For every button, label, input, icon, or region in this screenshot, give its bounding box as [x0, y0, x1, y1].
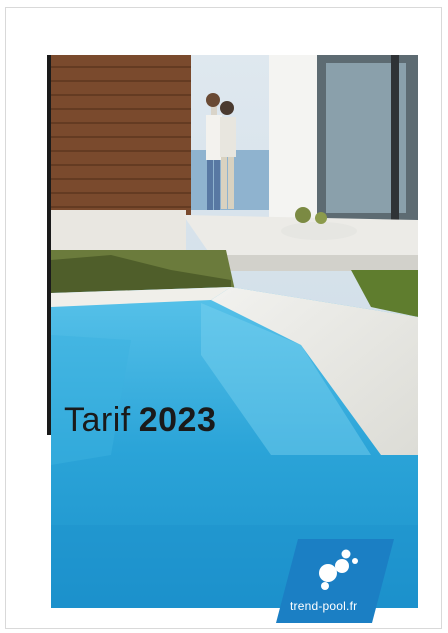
- villa-pool-image: [51, 55, 418, 608]
- document-page: Tarif 2023 trend-pool.fr: [5, 7, 442, 629]
- document-title: Tarif 2023: [64, 400, 216, 440]
- spine-rule: [47, 55, 51, 435]
- cover-photo: [51, 55, 418, 608]
- brand-logo[interactable]: trend-pool.fr: [276, 539, 394, 623]
- title-word: Tarif: [64, 401, 131, 439]
- title-year: 2023: [138, 401, 217, 439]
- brand-url: trend-pool.fr: [290, 599, 358, 613]
